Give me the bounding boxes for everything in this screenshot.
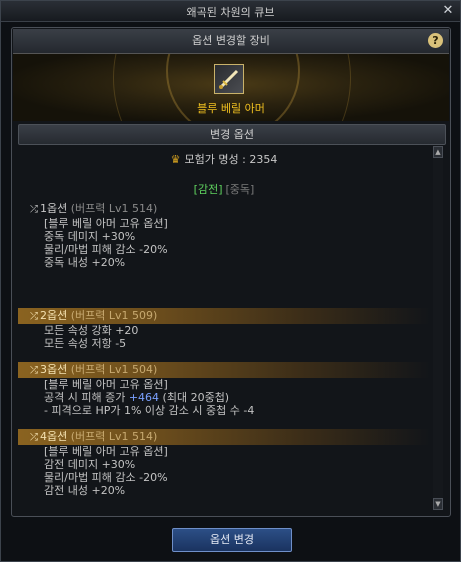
shuffle-icon: ⤮ <box>30 204 38 215</box>
option-header: ⤮ 4옵션 (버프력 Lv1 514) <box>18 429 430 445</box>
option-line: 모든 속성 강화 +20 <box>44 324 139 337</box>
option-line: [블루 베릴 아머 고유 옵션] <box>44 378 168 391</box>
option-title: 2옵션 <box>40 309 68 322</box>
option-2[interactable]: ⤮ 2옵션 (버프력 Lv1 509) 모든 속성 강화 +20 모든 속성 저항… <box>18 308 430 350</box>
damage-value: +464 <box>128 391 160 404</box>
damage-suffix: (최대 20중첩) <box>159 391 230 404</box>
tag-shock[interactable]: [감전] <box>194 183 223 196</box>
option-4[interactable]: ⤮ 4옵션 (버프력 Lv1 514) [블루 베릴 아머 고유 옵션] 감전 데… <box>18 429 430 497</box>
option-line: 물리/마법 피해 감소 -20% <box>44 471 168 484</box>
equipment-header-label: 옵션 변경할 장비 <box>192 34 270 47</box>
option-buff: (버프력 Lv1 514) <box>70 202 158 215</box>
equipment-header: 옵션 변경할 장비 ? <box>13 29 449 54</box>
option-line: 감전 내성 +20% <box>44 484 126 497</box>
option-line: [블루 베릴 아머 고유 옵션] <box>44 217 168 230</box>
main-panel: 옵션 변경할 장비 ? 블루 베릴 아머 변경 옵션 ♛ 모험가 명성 : 235… <box>11 27 451 517</box>
option-title: 3옵션 <box>40 363 68 376</box>
option-header: ⤮ 2옵션 (버프력 Lv1 509) <box>18 308 430 324</box>
option-line-damage: 공격 시 피해 증가 +464 (최대 20중첩) <box>18 391 430 404</box>
shuffle-icon: ⤮ <box>30 365 38 376</box>
option-header: ⤮ 3옵션 (버프력 Lv1 504) <box>18 362 430 378</box>
fame-icon: ♛ <box>170 153 181 166</box>
item-name: 블루 베릴 아머 <box>197 102 265 115</box>
window-title: 왜곡된 차원의 큐브 <box>186 6 275 19</box>
option-line: [블루 베릴 아머 고유 옵션] <box>44 445 168 458</box>
fame-row: ♛ 모험가 명성 : 2354 <box>18 151 430 167</box>
scroll-up-icon[interactable]: ▲ <box>433 146 443 158</box>
option-3[interactable]: ⤮ 3옵션 (버프력 Lv1 504) [블루 베릴 아머 고유 옵션] 공격 시… <box>18 362 430 417</box>
change-options-header: 변경 옵션 <box>18 124 446 145</box>
options-scrollbar[interactable]: ▲ ▼ <box>433 146 443 510</box>
close-icon[interactable]: ✕ <box>440 3 456 19</box>
title-bar[interactable]: 왜곡된 차원의 큐브 ✕ <box>1 1 460 22</box>
option-1[interactable]: ⤮ 1옵션 (버프력 Lv1 514) [블루 베릴 아머 고유 옵션] 중독 데… <box>18 201 430 269</box>
option-title: 4옵션 <box>40 430 68 443</box>
option-line: 중독 내성 +20% <box>44 256 126 269</box>
options-list: ♛ 모험가 명성 : 2354 [감전] [중독] ⤮ 1옵션 (버프력 Lv1 51… <box>18 145 430 513</box>
option-line: 감전 데미지 +30% <box>44 458 136 471</box>
option-line: 모든 속성 저항 -5 <box>44 337 127 350</box>
help-icon[interactable]: ? <box>428 33 443 48</box>
element-tags: [감전] [중독] <box>18 181 430 197</box>
option-title: 1옵션 <box>40 202 68 215</box>
fame-label: 모험가 명성 : 2354 <box>184 153 278 166</box>
damage-prefix: 공격 시 피해 증가 <box>44 391 129 404</box>
option-line-sub: - 피격으로 HP가 1% 이상 감소 시 중첩 수 -4 <box>44 404 255 417</box>
option-buff: (버프력 Lv1 514) <box>70 430 158 443</box>
scroll-down-icon[interactable]: ▼ <box>433 498 443 510</box>
option-header: ⤮ 1옵션 (버프력 Lv1 514) <box>18 201 430 217</box>
change-option-button[interactable]: 옵션 변경 <box>172 528 292 552</box>
shuffle-icon: ⤮ <box>30 432 38 443</box>
tag-poison[interactable]: [중독] <box>226 183 255 196</box>
option-line: 중독 데미지 +30% <box>44 230 136 243</box>
sword-icon[interactable] <box>214 64 244 94</box>
option-buff: (버프력 Lv1 504) <box>70 363 158 376</box>
shuffle-icon: ⤮ <box>30 311 38 322</box>
option-line: 물리/마법 피해 감소 -20% <box>44 243 168 256</box>
cube-window: 왜곡된 차원의 큐브 ✕ 옵션 변경할 장비 ? 블루 베릴 아머 변경 옵션 … <box>0 0 461 562</box>
equipment-slot-area: 블루 베릴 아머 <box>13 54 449 121</box>
option-buff: (버프력 Lv1 509) <box>70 309 158 322</box>
